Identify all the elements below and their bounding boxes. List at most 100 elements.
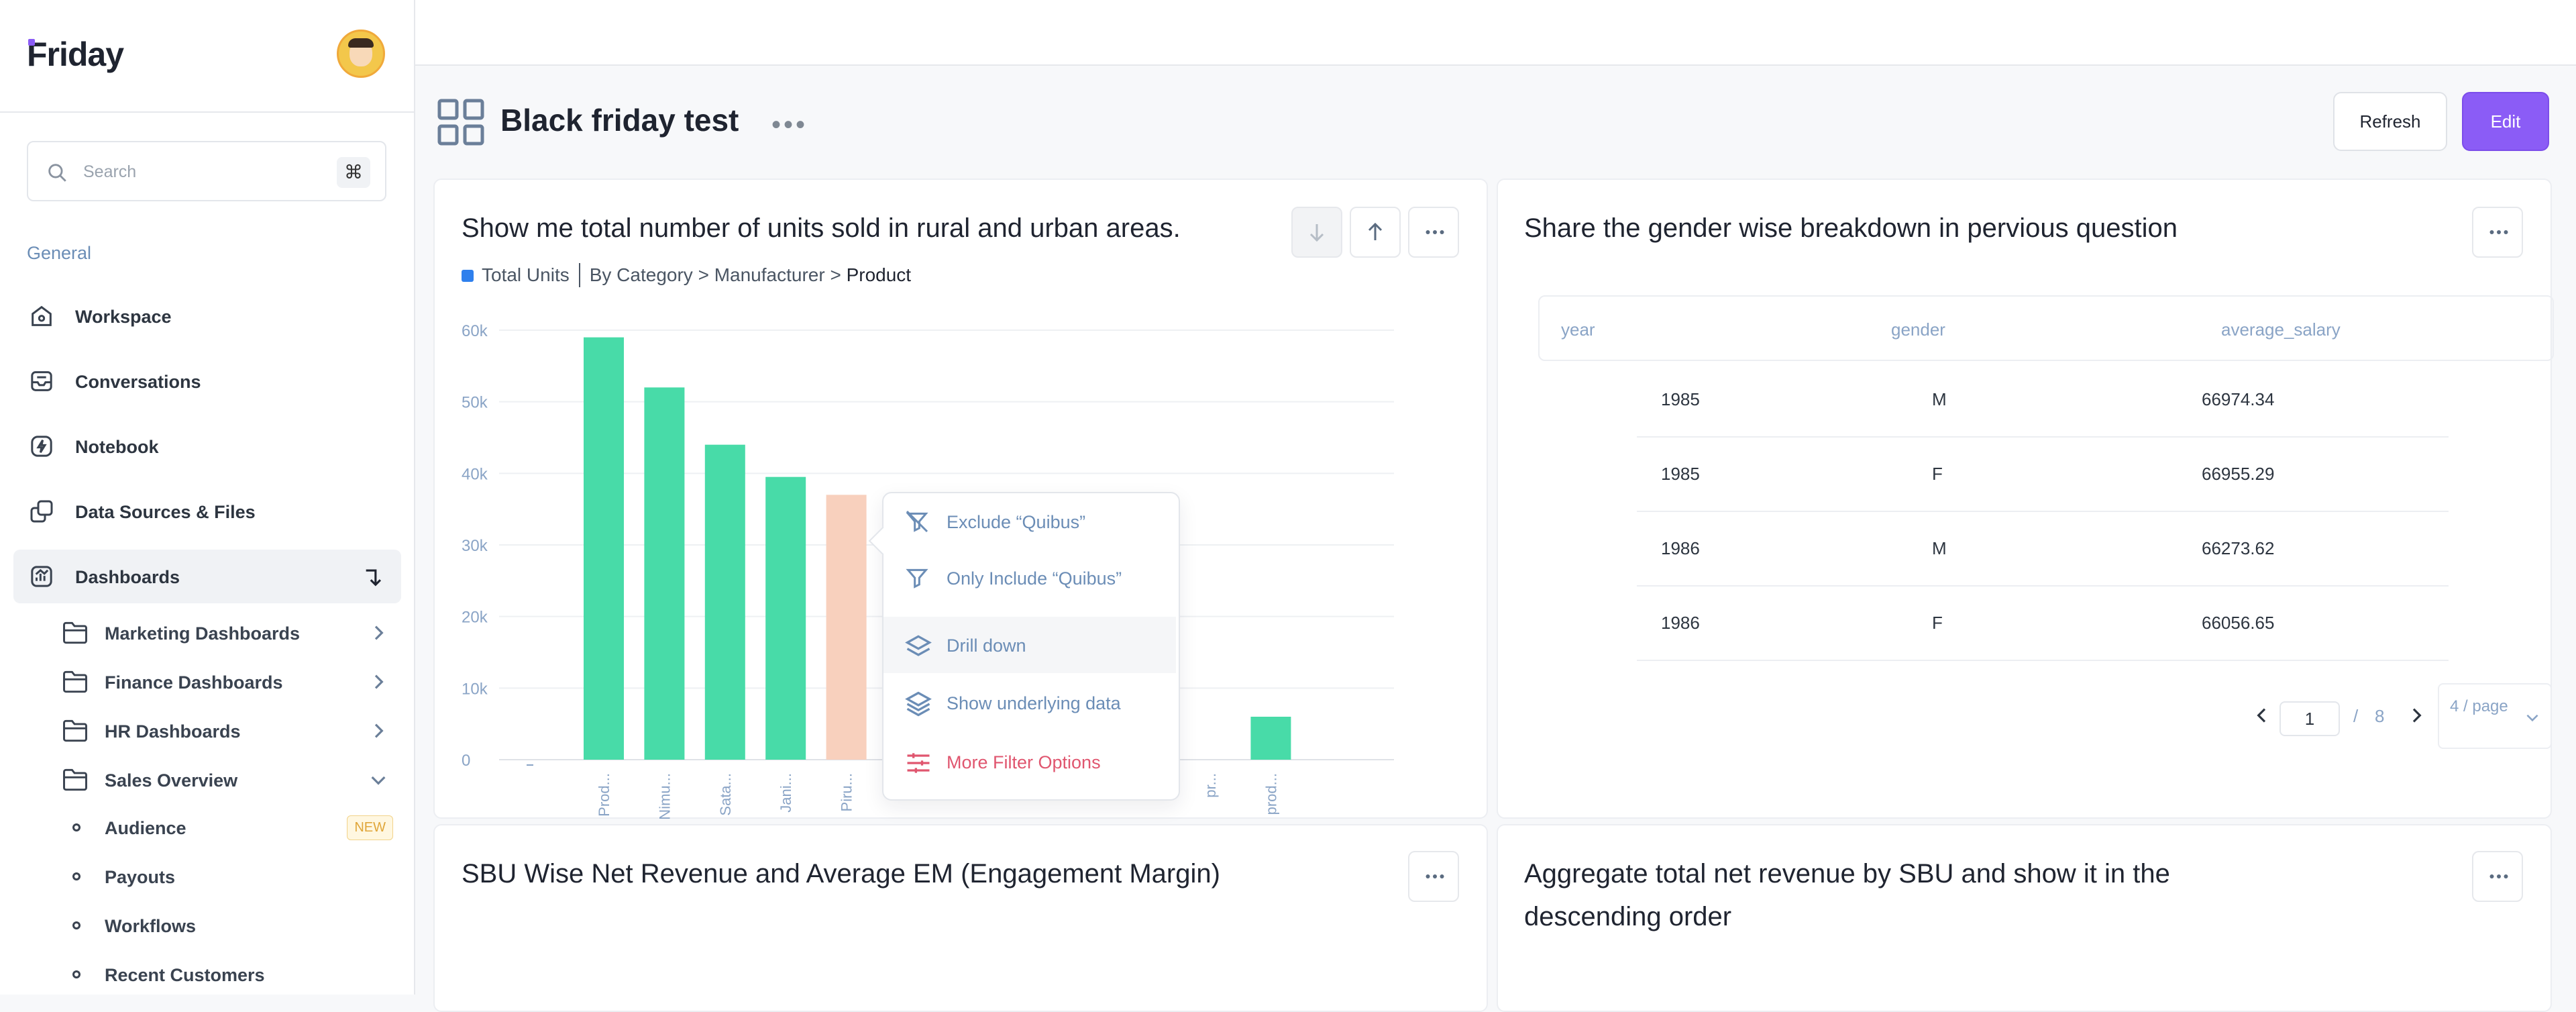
breadcrumb-path[interactable]: By Category > Manufacturer > bbox=[590, 264, 847, 285]
drill-down-button[interactable] bbox=[1291, 207, 1342, 258]
app-logo[interactable]: Friday bbox=[27, 35, 124, 74]
folder-sales-overview[interactable]: Sales Overview bbox=[60, 758, 396, 801]
card-more-button[interactable] bbox=[1408, 851, 1459, 902]
layers-icon bbox=[905, 635, 932, 656]
logo-mark bbox=[28, 39, 35, 46]
more-options-icon[interactable]: ••• bbox=[771, 110, 808, 140]
menu-item-label: More Filter Options bbox=[947, 752, 1101, 772]
menu-item-underlying-data[interactable]: Show underlying data bbox=[883, 674, 1176, 731]
sliders-icon bbox=[907, 753, 930, 773]
menu-item-only-include[interactable]: Only Include “Quibus” bbox=[883, 550, 1176, 606]
stack-icon bbox=[905, 691, 932, 717]
search-icon bbox=[48, 164, 66, 182]
card-more-button[interactable] bbox=[1408, 207, 1459, 258]
card-more-button[interactable] bbox=[2472, 851, 2523, 902]
folder-label: Marketing Dashboards bbox=[105, 623, 301, 644]
table-row: 1986 M 66273.62 bbox=[1637, 511, 2449, 587]
y-tick-label: 50k bbox=[462, 394, 488, 412]
bar[interactable] bbox=[1250, 717, 1291, 760]
copy-icon bbox=[30, 500, 53, 523]
menu-item-label: Exclude “Quibus” bbox=[947, 512, 1086, 532]
folder-hr-dashboards[interactable]: HR Dashboards bbox=[60, 709, 396, 752]
table-row: 1985 M 66974.34 bbox=[1637, 362, 2449, 438]
next-page-icon[interactable] bbox=[2406, 705, 2427, 726]
x-tick-label: Prod... bbox=[596, 773, 612, 817]
folder-icon bbox=[63, 719, 87, 742]
bar[interactable] bbox=[584, 337, 624, 760]
refresh-button[interactable]: Refresh bbox=[2333, 92, 2447, 151]
leaf-label: Payouts bbox=[105, 867, 176, 887]
more-horizontal-icon bbox=[2489, 230, 2508, 234]
more-horizontal-icon bbox=[1426, 874, 1444, 878]
leaf-label: Audience bbox=[105, 818, 186, 838]
filter-icon bbox=[906, 568, 928, 589]
page-total: 8 bbox=[2375, 706, 2385, 726]
column-header[interactable]: gender bbox=[1891, 319, 1945, 340]
prev-page-icon[interactable] bbox=[2251, 705, 2273, 726]
dashboard-grid-icon bbox=[437, 99, 484, 146]
sidebar-divider bbox=[0, 111, 414, 113]
sidebar-item-dashboards[interactable]: Dashboards bbox=[13, 550, 401, 603]
folder-label: Finance Dashboards bbox=[105, 672, 283, 693]
avatar-hair bbox=[348, 38, 374, 48]
sidebar-item-data-sources[interactable]: Data Sources & Files bbox=[13, 485, 401, 538]
x-tick-label: Piru... bbox=[839, 773, 855, 811]
sidebar-item-audience[interactable]: Audience NEW bbox=[72, 807, 394, 848]
y-tick-label: 20k bbox=[462, 609, 488, 627]
bolt-icon bbox=[31, 436, 52, 457]
menu-item-label: Drill down bbox=[947, 636, 1026, 656]
column-header[interactable]: average_salary bbox=[2221, 319, 2341, 340]
table-cell: 1985 bbox=[1661, 389, 1700, 409]
bar[interactable] bbox=[704, 444, 745, 760]
table-cell: 66273.62 bbox=[2202, 538, 2275, 558]
page-size-select[interactable]: 4 / page bbox=[2438, 683, 2552, 749]
sidebar-item-notebook[interactable]: Notebook bbox=[13, 419, 401, 473]
new-badge: NEW bbox=[347, 815, 393, 840]
sidebar-item-label: Data Sources & Files bbox=[75, 502, 256, 522]
table-header: year gender average_salary bbox=[1538, 295, 2554, 361]
command-key-icon: ⌘ bbox=[337, 157, 370, 188]
table-cell: 1986 bbox=[1661, 538, 1700, 558]
menu-item-exclude[interactable]: Exclude “Quibus” bbox=[883, 493, 1176, 550]
edit-button[interactable]: Edit bbox=[2462, 92, 2549, 151]
search-input[interactable]: Search ⌘ bbox=[27, 141, 386, 201]
table-cell: 66955.29 bbox=[2202, 464, 2275, 484]
sidebar-item-recent-customers[interactable]: Recent Customers bbox=[72, 954, 394, 995]
arrow-down-icon bbox=[1309, 224, 1324, 242]
folder-marketing-dashboards[interactable]: Marketing Dashboards bbox=[60, 611, 396, 654]
bar[interactable] bbox=[644, 387, 685, 760]
filter-off-icon bbox=[906, 510, 928, 533]
legend-divider bbox=[578, 263, 580, 287]
sidebar-item-label: Dashboards bbox=[75, 567, 180, 587]
bullet-icon bbox=[72, 872, 80, 880]
leaf-label: Workflows bbox=[105, 916, 197, 936]
sidebar-item-label: Workspace bbox=[75, 307, 172, 327]
bar-selected[interactable] bbox=[826, 495, 867, 760]
card-title: Aggregate total net revenue by SBU and s… bbox=[1524, 859, 2170, 931]
table-cell: F bbox=[1932, 464, 1943, 484]
card-more-button[interactable] bbox=[2472, 207, 2523, 258]
inbox-icon bbox=[31, 371, 52, 391]
chevron-right-icon bbox=[374, 723, 384, 738]
x-tick-label: Sata... bbox=[717, 773, 734, 816]
table-cell: M bbox=[1932, 538, 1947, 558]
folder-finance-dashboards[interactable]: Finance Dashboards bbox=[60, 660, 396, 703]
page-number-input[interactable]: 1 bbox=[2279, 701, 2340, 736]
drill-up-button[interactable] bbox=[1350, 207, 1401, 258]
x-tick-label: pr... bbox=[1202, 773, 1219, 798]
sidebar-item-conversations[interactable]: Conversations bbox=[13, 354, 401, 408]
user-avatar[interactable] bbox=[337, 30, 385, 78]
sidebar-item-workflows[interactable]: Workflows bbox=[72, 905, 394, 946]
chart-legend: Total Units By Category > Manufacturer > … bbox=[462, 263, 911, 287]
bar[interactable] bbox=[765, 476, 806, 760]
sidebar-item-workspace[interactable]: Workspace bbox=[13, 289, 401, 343]
column-header[interactable]: year bbox=[1561, 319, 1595, 340]
y-tick-label: 10k bbox=[462, 680, 488, 698]
sidebar: Friday Search ⌘ General Workspace Conver… bbox=[0, 0, 415, 995]
menu-item-more-filters[interactable]: More Filter Options bbox=[883, 733, 1176, 790]
chevron-right-icon bbox=[374, 625, 384, 640]
menu-item-drill-down[interactable]: Drill down bbox=[883, 617, 1176, 673]
sidebar-item-payouts[interactable]: Payouts bbox=[72, 856, 394, 897]
table-cell: F bbox=[1932, 613, 1943, 633]
legend-swatch bbox=[462, 270, 474, 282]
